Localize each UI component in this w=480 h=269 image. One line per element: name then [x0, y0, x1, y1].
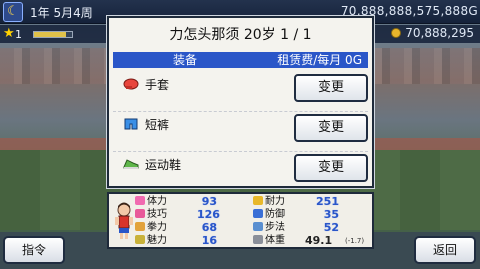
equipment-row-shorts: 短裤 变更	[113, 112, 368, 152]
stat-weight-value: 49.1	[305, 234, 333, 247]
level-progress-bar	[33, 31, 73, 38]
stat-charm: 魅力	[135, 235, 167, 247]
stat-endurance: 耐力	[253, 196, 285, 208]
fist-icon	[135, 222, 145, 231]
flower-icon	[135, 209, 145, 218]
stat-charm-value: 16	[201, 234, 217, 247]
character-stats-panel: 体力 93 技巧 126 拳力 68 魅力 16 耐力 251 防御 35 步法…	[107, 192, 374, 249]
equipment-row-sneakers: 运动鞋 变更	[113, 152, 368, 192]
star-icon: ★	[3, 26, 15, 41]
stat-power: 拳力	[135, 222, 167, 234]
character-avatar	[115, 202, 133, 239]
charm-icon	[135, 235, 145, 244]
sneaker-icon	[123, 159, 139, 169]
moon-icon[interactable]: ☾	[3, 2, 23, 22]
footstep-icon	[253, 222, 263, 231]
equipment-header-label: 装备	[173, 53, 198, 67]
level-value: 1	[15, 28, 22, 41]
equipment-name: 手套	[145, 78, 170, 92]
dialog-title: 力怎头那须 20岁 1 / 1	[169, 27, 312, 43]
funds-value: 70,888,295	[405, 26, 474, 40]
game-date: 1年 5月4周	[30, 6, 93, 20]
equipment-name: 运动鞋	[145, 158, 182, 172]
heart-icon	[135, 196, 145, 205]
coin-icon	[391, 28, 402, 38]
stat-footwork-value: 52	[323, 221, 339, 234]
stat-weight-delta: (-1.7)	[345, 237, 365, 245]
stat-footwork: 步法	[253, 222, 285, 234]
bolt-icon	[253, 196, 263, 205]
change-shorts-button[interactable]: 变更	[294, 114, 368, 142]
command-button[interactable]: 指令	[3, 236, 65, 264]
equipment-row-gloves: 手套 变更	[113, 72, 368, 112]
rental-fee-label: 租赁费/每月 0G	[277, 53, 362, 67]
stat-defense: 防御	[253, 209, 285, 221]
equipment-header: 装备 租赁费/每月 0G	[113, 52, 368, 68]
stat-stamina: 体力	[135, 196, 167, 208]
scale-icon	[253, 235, 263, 244]
equipment-name: 短裤	[145, 118, 170, 132]
stat-defense-value: 35	[323, 208, 339, 221]
change-sneakers-button[interactable]: 变更	[294, 154, 368, 182]
stat-power-value: 68	[201, 221, 217, 234]
glove-icon	[123, 78, 139, 90]
equipment-dialog: 力怎头那须 20岁 1 / 1 装备 租赁费/每月 0G 手套 变更 短裤 变更…	[107, 16, 374, 188]
shorts-icon	[124, 118, 138, 130]
stat-stamina-value: 93	[201, 195, 217, 208]
stat-technique-value: 126	[197, 208, 220, 221]
level-progress-fill	[34, 32, 67, 37]
change-gloves-button[interactable]: 变更	[294, 74, 368, 102]
shield-icon	[253, 209, 263, 218]
stat-technique: 技巧	[135, 209, 167, 221]
stat-weight: 体重	[253, 235, 285, 247]
stat-endurance-value: 251	[316, 195, 339, 208]
back-button[interactable]: 返回	[414, 236, 476, 264]
funds-display: 70,888,295	[391, 26, 474, 40]
